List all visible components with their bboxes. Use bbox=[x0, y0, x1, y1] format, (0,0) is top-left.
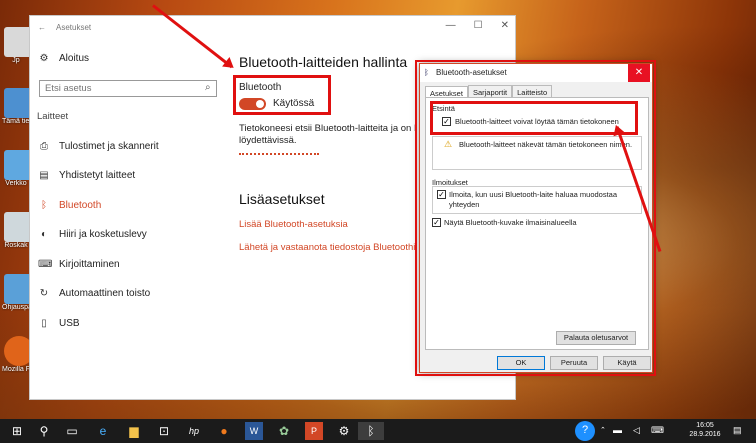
store-icon[interactable]: ⊡ bbox=[155, 422, 173, 440]
back-arrow-icon[interactable]: ← bbox=[38, 23, 46, 32]
chevron-up-icon[interactable]: ⌃ bbox=[600, 426, 606, 435]
bluetooth-taskbar-icon[interactable]: ᛒ bbox=[358, 422, 384, 440]
search-icon[interactable]: ⌕ bbox=[205, 82, 211, 93]
nav-usb[interactable]: ▯ USB bbox=[38, 318, 79, 329]
nav-bluetooth[interactable]: ᛒ Bluetooth bbox=[38, 200, 101, 211]
clock-date: 28.9.2016 bbox=[689, 431, 721, 438]
network-icon[interactable]: ▬ bbox=[613, 426, 622, 435]
send-receive-files-link[interactable]: Lähetä ja vastaanota tiedostoja Bluetoot… bbox=[239, 242, 417, 253]
printer-icon: ⎙ bbox=[40, 141, 48, 152]
more-settings-heading: Lisäasetukset bbox=[239, 191, 325, 207]
edge-icon[interactable]: e bbox=[94, 422, 112, 440]
file-explorer-icon[interactable]: ▆ bbox=[125, 422, 143, 440]
page-title: Bluetooth-laitteiden hallinta bbox=[239, 54, 408, 70]
taskbar: ⊞ ⚲ ▭ e ▆ ⊡ hp ● W ✿ P ⚙ ᛒ ? ⌃ ▬ ◁ ⌨ 16:… bbox=[0, 419, 756, 443]
search-icon[interactable]: ⚲ bbox=[35, 422, 53, 440]
nav-autoplay[interactable]: ↻ Automaattinen toisto bbox=[38, 288, 150, 299]
close-button[interactable]: ✕ bbox=[501, 20, 509, 31]
devices-icon: ▤ bbox=[39, 170, 49, 181]
nav-home[interactable]: ⚙ Aloitus bbox=[38, 53, 90, 64]
powerpoint-icon[interactable]: P bbox=[305, 422, 323, 440]
keyboard-tray-icon[interactable]: ⌨ bbox=[651, 426, 664, 435]
start-button-icon[interactable]: ⊞ bbox=[8, 422, 26, 440]
window-controls: — ☐ ✕ bbox=[446, 20, 509, 31]
bluetooth-icon: ᛒ bbox=[41, 200, 47, 211]
group-label: Laitteet bbox=[37, 111, 69, 122]
settings-titlebar: ← Asetukset bbox=[38, 23, 91, 32]
search-input[interactable] bbox=[39, 80, 217, 97]
autoplay-icon: ↻ bbox=[39, 288, 49, 299]
notifications-icon[interactable]: ▤ bbox=[733, 426, 742, 435]
firefox-icon[interactable]: ● bbox=[215, 422, 233, 440]
word-icon[interactable]: W bbox=[245, 422, 263, 440]
app-icon[interactable]: ✿ bbox=[275, 422, 293, 440]
minimize-button[interactable]: — bbox=[446, 20, 456, 31]
maximize-button[interactable]: ☐ bbox=[474, 20, 483, 31]
highlight-toggle-box bbox=[233, 75, 331, 115]
nav-connected-devices[interactable]: ▤ Yhdistetyt laitteet bbox=[38, 170, 135, 181]
hp-icon[interactable]: hp bbox=[185, 422, 203, 440]
settings-window-title: Asetukset bbox=[56, 23, 92, 32]
mouse-icon: ◐ bbox=[40, 229, 48, 240]
clock-time: 16:05 bbox=[696, 422, 714, 429]
settings-taskbar-icon[interactable]: ⚙ bbox=[335, 422, 353, 440]
clock[interactable]: 16:05 28.9.2016 bbox=[688, 421, 722, 439]
usb-icon: ▯ bbox=[41, 318, 47, 329]
gear-icon: ⚙ bbox=[39, 53, 49, 64]
nav-mouse[interactable]: ◐ Hiiri ja kosketuslevy bbox=[38, 229, 147, 240]
keyboard-icon: ⌨ bbox=[38, 259, 53, 270]
bluetooth-description-2: löydettävissä. bbox=[239, 135, 297, 146]
nav-printers[interactable]: ⎙ Tulostimet ja skannerit bbox=[38, 141, 159, 152]
nav-typing[interactable]: ⌨ Kirjoittaminen bbox=[38, 259, 120, 270]
help-icon[interactable]: ? bbox=[575, 421, 595, 441]
highlight-dialog-box bbox=[415, 60, 656, 376]
loading-dots bbox=[239, 153, 319, 155]
bluetooth-description: Tietokoneesi etsii Bluetooth-laitteita j… bbox=[239, 123, 417, 134]
more-bluetooth-options-link[interactable]: Lisää Bluetooth-asetuksia bbox=[239, 219, 348, 230]
task-view-icon[interactable]: ▭ bbox=[63, 422, 81, 440]
volume-icon[interactable]: ◁ bbox=[633, 426, 640, 435]
